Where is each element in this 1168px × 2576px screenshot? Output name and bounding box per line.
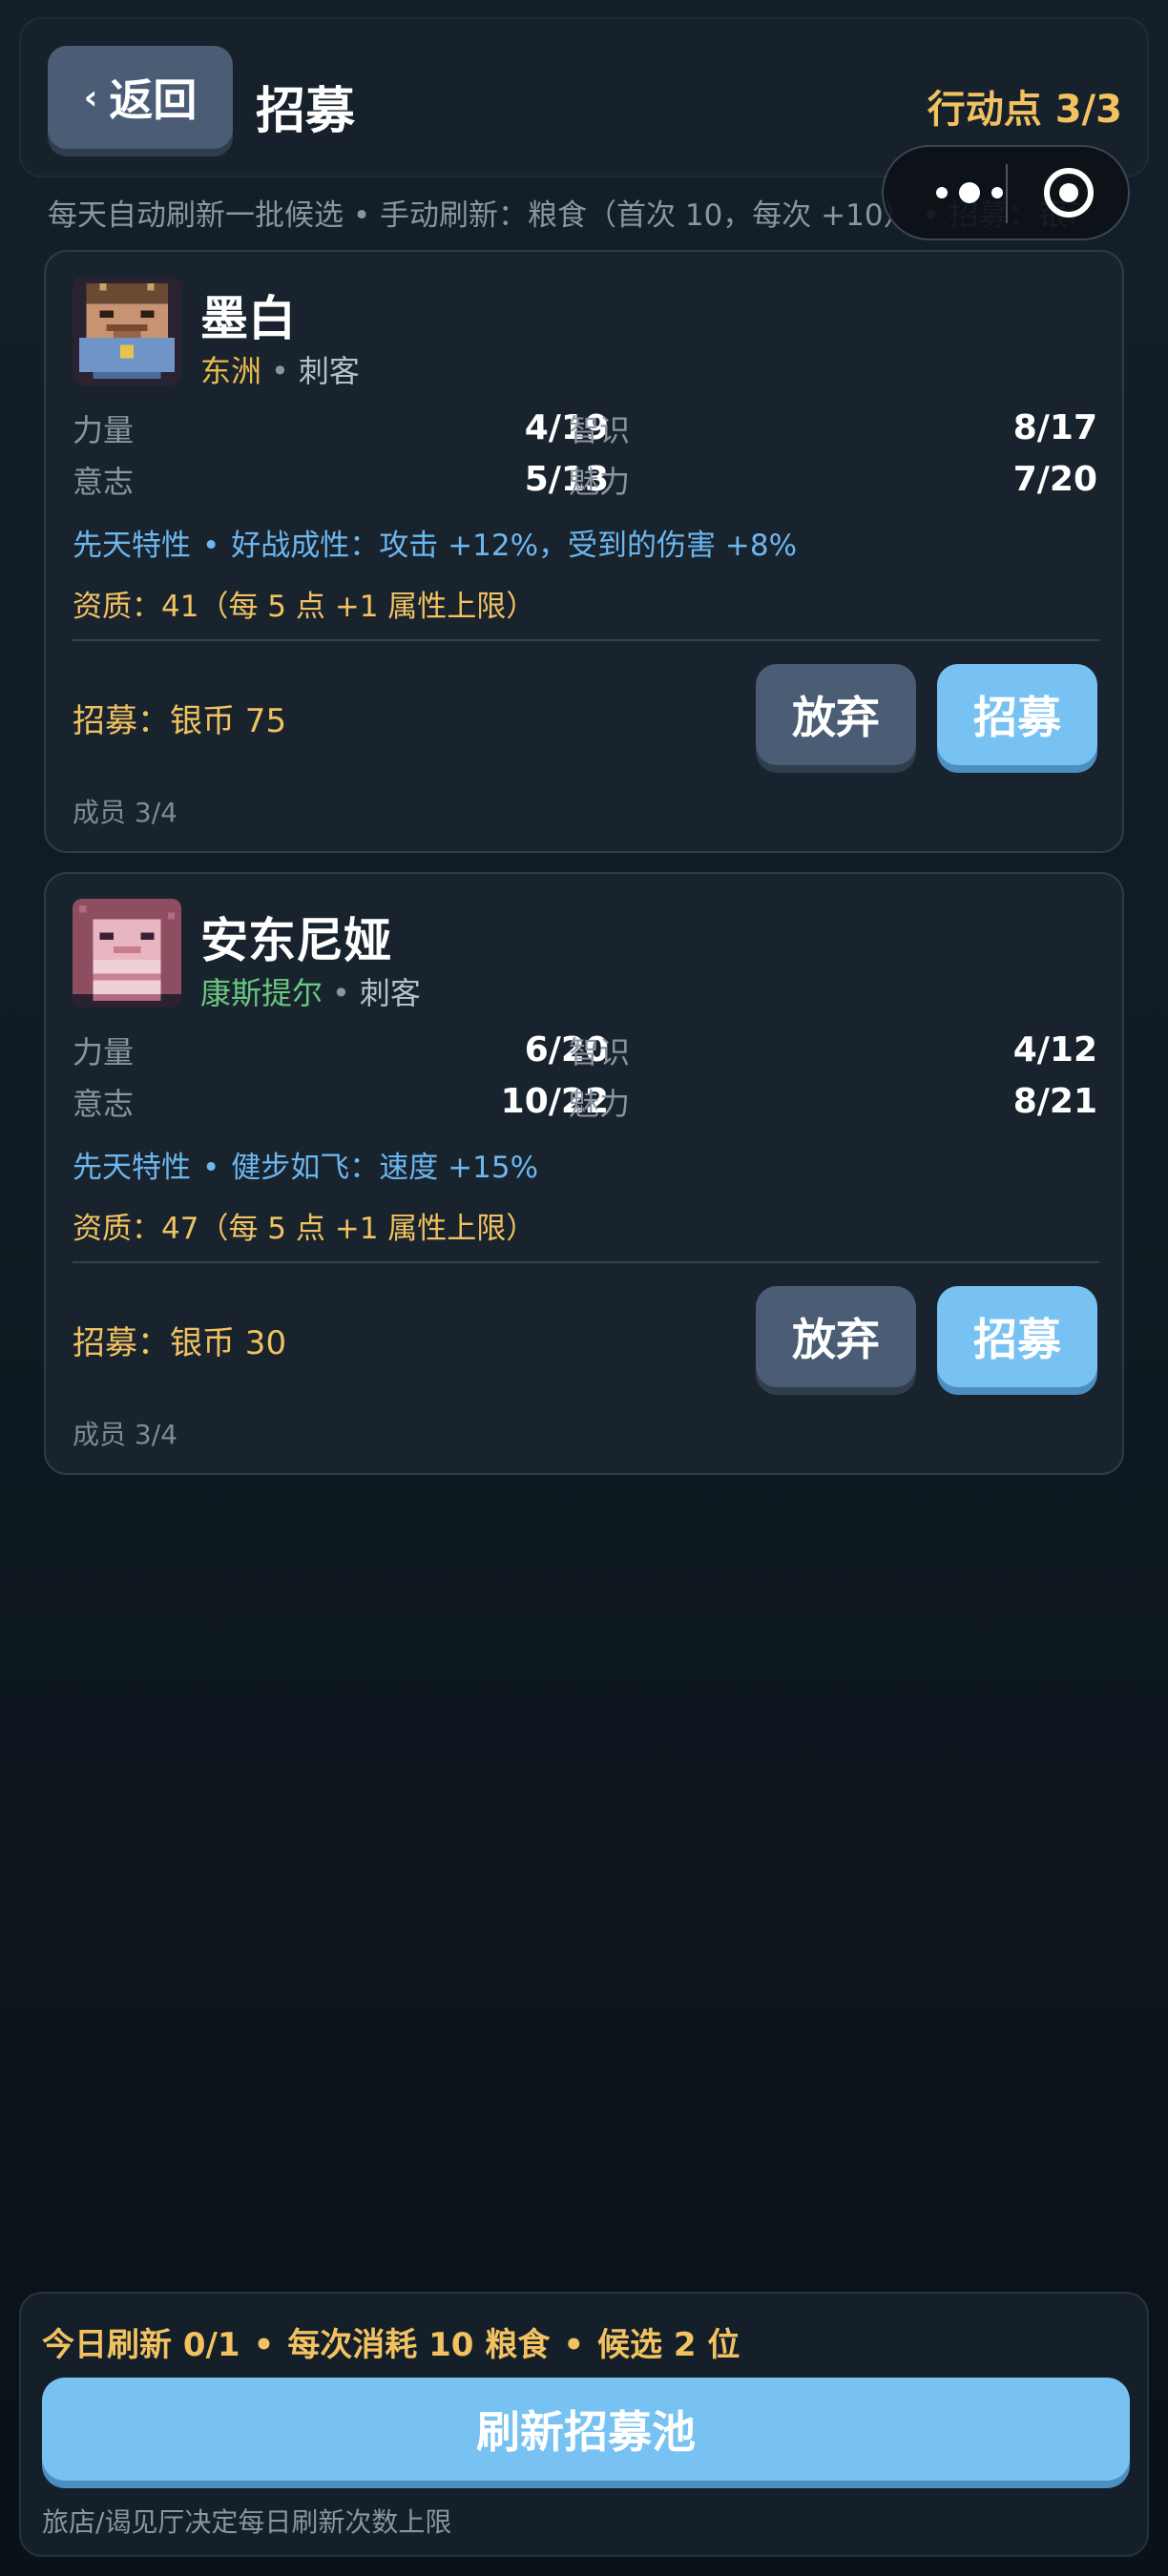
recruit-page: ‹ 返回 招募 行动点 3/3 每天自动刷新一批候选 • 手动刷新：粮食（首次 …	[0, 0, 1168, 2576]
candidate-avatar	[73, 277, 181, 385]
member-count: 成员 3/4	[73, 1419, 177, 1450]
candidate-name: 安东尼娅	[200, 913, 391, 968]
stat-label: 魅力	[569, 464, 631, 500]
refresh-pool-button[interactable]: 刷新招募池	[42, 2378, 1130, 2481]
candidate-card: 安东尼娅 康斯提尔 • 刺客 力量 6/20 智识 4/12 意志 10/22 魅力…	[44, 872, 1124, 1475]
stat-value: 8/17	[1012, 408, 1097, 447]
trait-text: 好战成性：攻击 +12%，受到的伤害 +8%	[231, 529, 798, 563]
close-circle-icon[interactable]	[1044, 168, 1094, 218]
candidate-origin: 康斯提尔 • 刺客	[200, 975, 421, 1011]
refresh-panel: 今日刷新 0/1 • 每次消耗 10 粮食 • 候选 2 位 刷新招募池 旅店/谒见厅决…	[19, 2292, 1149, 2557]
chevron-left-icon: ‹	[83, 77, 98, 117]
refresh-cost: 每次消耗 10 粮食	[287, 2326, 551, 2364]
stat-label: 力量	[73, 1034, 135, 1070]
origin-region: 东洲	[200, 353, 262, 389]
stat-label: 意志	[73, 464, 135, 500]
candidate-card: 墨白 东洲 • 刺客 力量 4/19 智识 8/17 意志 5/13 魅力 7/20…	[44, 250, 1124, 853]
abandon-button[interactable]: 放弃	[756, 664, 916, 765]
card-divider	[73, 1261, 1099, 1263]
recruit-button[interactable]: 招募	[937, 1286, 1097, 1387]
trait-prefix: 先天特性	[73, 529, 191, 563]
page-title: 招募	[256, 83, 356, 140]
member-count: 成员 3/4	[73, 797, 177, 828]
capsule-divider	[1006, 164, 1008, 223]
miniprogram-capsule	[882, 145, 1130, 240]
innate-trait: 先天特性 • 健步如飞：速度 +15%	[73, 1151, 539, 1185]
candidate-avatar	[73, 899, 181, 1008]
back-button[interactable]: ‹ 返回	[48, 46, 233, 149]
candidate-origin: 东洲 • 刺客	[200, 353, 360, 389]
back-button-label: 返回	[109, 74, 198, 126]
candidate-class: 刺客	[298, 353, 360, 389]
stat-value: 7/20	[1012, 460, 1097, 499]
more-dots-icon[interactable]	[912, 147, 1027, 239]
action-points: 行动点 3/3	[927, 88, 1122, 132]
candidate-class: 刺客	[359, 975, 421, 1011]
recruit-cost: 招募：银币 75	[73, 702, 287, 740]
innate-trait: 先天特性 • 好战成性：攻击 +12%，受到的伤害 +8%	[73, 529, 798, 563]
stat-value: 8/21	[1012, 1082, 1097, 1121]
stat-label: 魅力	[569, 1086, 631, 1122]
candidate-name: 墨白	[200, 291, 296, 346]
aptitude: 资质：41（每 5 点 +1 属性上限）	[73, 590, 536, 624]
aptitude: 资质：47（每 5 点 +1 属性上限）	[73, 1212, 536, 1246]
refresh-count: 今日刷新 0/1	[42, 2326, 240, 2364]
refresh-note: 旅店/谒见厅决定每日刷新次数上限	[42, 2506, 452, 2538]
stat-label: 智识	[569, 1034, 631, 1070]
trait-prefix: 先天特性	[73, 1151, 191, 1185]
trait-text: 健步如飞：速度 +15%	[231, 1151, 539, 1185]
recruit-cost: 招募：银币 30	[73, 1324, 287, 1362]
stat-value: 4/12	[1012, 1030, 1097, 1070]
card-divider	[73, 639, 1099, 641]
abandon-button[interactable]: 放弃	[756, 1286, 916, 1387]
recruit-button[interactable]: 招募	[937, 664, 1097, 765]
refresh-summary: 今日刷新 0/1 • 每次消耗 10 粮食 • 候选 2 位	[42, 2326, 740, 2364]
stat-label: 意志	[73, 1086, 135, 1122]
stat-label: 力量	[73, 412, 135, 448]
stat-label: 智识	[569, 412, 631, 448]
candidate-count: 候选 2 位	[597, 2326, 740, 2364]
origin-region: 康斯提尔	[200, 975, 323, 1011]
